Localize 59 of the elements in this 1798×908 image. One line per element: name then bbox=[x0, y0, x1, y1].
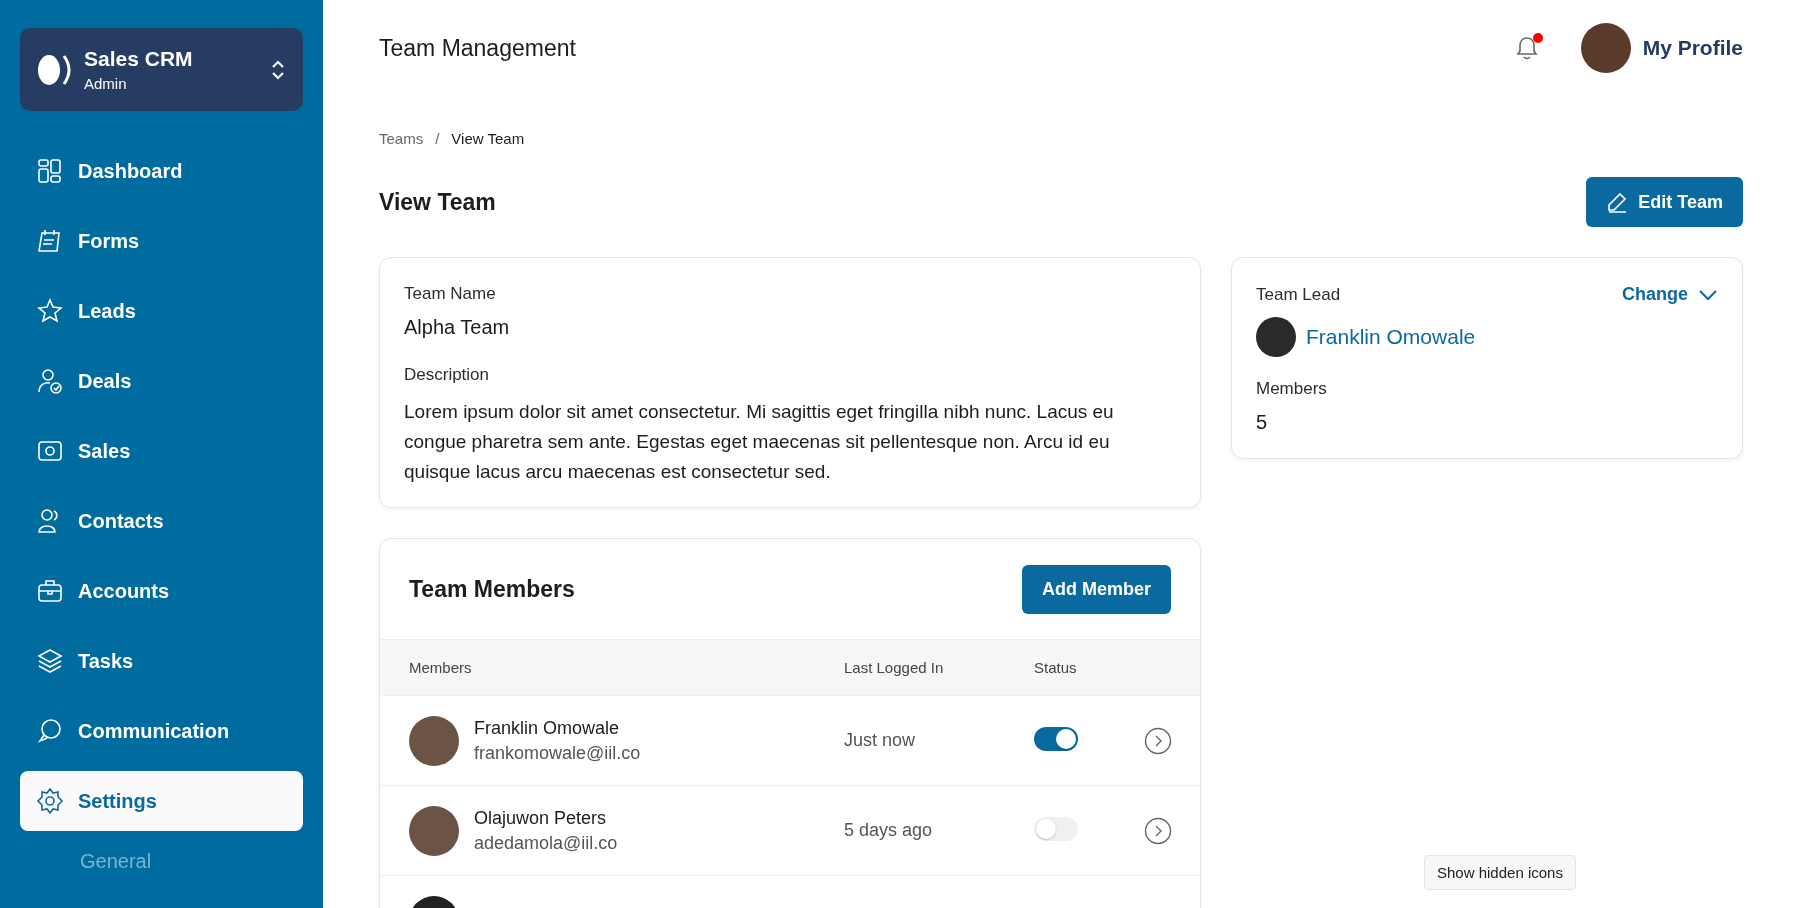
breadcrumb-item[interactable]: Teams bbox=[379, 130, 424, 147]
page-title: View Team bbox=[379, 188, 496, 216]
tooltip: Show hidden icons bbox=[1424, 855, 1576, 890]
column-header: Members bbox=[409, 659, 473, 676]
sidebar-item[interactable]: Contacts bbox=[20, 491, 303, 551]
last-login-time: Just now bbox=[844, 730, 917, 751]
last-login-time: 5 days ago bbox=[844, 820, 934, 841]
member-name: Olajuwon Peters bbox=[474, 807, 608, 829]
section-title: Team Members bbox=[409, 575, 575, 603]
column-header: Status bbox=[1034, 659, 1078, 676]
chevron-up-down-icon bbox=[271, 59, 285, 80]
star-icon bbox=[36, 297, 64, 325]
sidebar-item[interactable]: Deals bbox=[20, 351, 303, 411]
change-lead-dropdown[interactable]: Change bbox=[1622, 284, 1718, 305]
sidebar-item[interactable]: Settings bbox=[20, 771, 303, 831]
settings-icon bbox=[36, 787, 64, 815]
field-label: Team Lead bbox=[1256, 284, 1341, 305]
app-name: Sales CRM bbox=[84, 47, 194, 71]
member-email: adedamola@iil.co bbox=[474, 832, 618, 854]
lead-name-link[interactable]: Franklin Omowale bbox=[1306, 325, 1476, 349]
field-label: Members bbox=[1256, 379, 1328, 399]
sidebar-item[interactable]: Accounts bbox=[20, 561, 303, 621]
breadcrumb-item: View Team bbox=[451, 130, 525, 147]
dashboard-icon bbox=[36, 157, 64, 185]
chat-icon bbox=[36, 717, 64, 745]
member-avatar bbox=[409, 805, 459, 856]
workspace-switcher[interactable]: Sales CRM Admin bbox=[20, 28, 303, 111]
add-member-button[interactable]: Add Member bbox=[1022, 564, 1171, 614]
member-avatar bbox=[409, 715, 459, 766]
breadcrumb-separator: / bbox=[435, 130, 440, 147]
member-email: frankomowale@iil.co bbox=[474, 742, 641, 764]
briefcase-icon bbox=[36, 577, 64, 605]
sidebar-item[interactable]: Sales bbox=[20, 421, 303, 481]
team-name: Alpha Team bbox=[404, 316, 511, 339]
field-label: Team Name bbox=[404, 284, 497, 304]
lead-avatar bbox=[1256, 317, 1296, 357]
status-toggle[interactable] bbox=[1034, 816, 1078, 841]
page-header-title: Team Management bbox=[379, 34, 576, 62]
profile-menu[interactable]: My Profile bbox=[1580, 23, 1743, 73]
field-label: Description bbox=[404, 365, 491, 385]
status-toggle[interactable] bbox=[1034, 726, 1078, 751]
sidebar-item[interactable]: Forms bbox=[20, 211, 303, 271]
chevron-right-icon[interactable] bbox=[1144, 726, 1172, 755]
pencil-icon bbox=[1606, 191, 1629, 213]
profile-avatar bbox=[1580, 23, 1631, 73]
sidebar-item[interactable]: Leads bbox=[20, 281, 303, 341]
chevron-down-icon bbox=[1698, 288, 1718, 301]
sidebar-item[interactable]: Tasks bbox=[20, 631, 303, 691]
user-check-icon bbox=[36, 367, 64, 395]
sidebar-item[interactable]: Dashboard bbox=[20, 141, 303, 201]
column-header: Last Logged In bbox=[844, 659, 945, 676]
team-description: Lorem ipsum dolor sit amet consectetur. Mi sagittis eget fringilla nibh nunc. Lacus eu congue pharetra sem ante. Egestas eget maecenas sit pellentesque non. Arcu id eu quisque lacus arcu maecenas est consectetur sed. bbox=[404, 400, 1115, 484]
chevron-right-icon[interactable] bbox=[1144, 816, 1172, 845]
layers-icon bbox=[36, 647, 64, 675]
edit-team-button[interactable]: Edit Team bbox=[1586, 177, 1743, 227]
user-role: Admin bbox=[84, 75, 128, 92]
member-count: 5 bbox=[1256, 411, 1269, 434]
sidebar-item[interactable]: Communication bbox=[20, 701, 303, 761]
member-name: Franklin Omowale bbox=[474, 717, 621, 739]
